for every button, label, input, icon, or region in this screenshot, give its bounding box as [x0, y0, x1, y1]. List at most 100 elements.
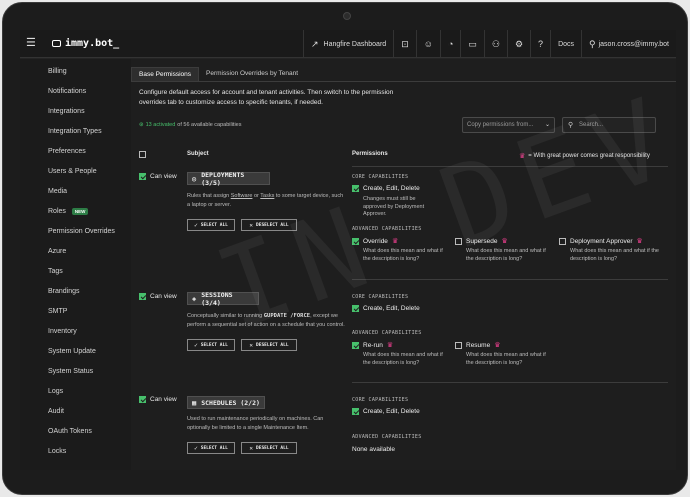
deselect-all-button[interactable]: ✕ DESELECT ALL: [241, 339, 297, 351]
sidebar-item-billing[interactable]: Billing: [20, 61, 131, 81]
checkbox[interactable]: [559, 237, 566, 245]
advanced-capabilities-title: ADVANCED CAPABILITIES: [352, 330, 422, 336]
cap-note: What does this mean and what if the desc…: [466, 352, 546, 366]
checkbox[interactable]: [139, 151, 146, 158]
search-placeholder: Search...: [579, 122, 604, 128]
terminal-button[interactable]: ⊡: [393, 30, 416, 58]
cap-label: Create, Edit, Delete: [363, 408, 420, 415]
cap-resume[interactable]: Resume ♛: [455, 341, 501, 349]
schedules-tag: ▦ SCHEDULES (2/2): [187, 396, 265, 409]
settings-button[interactable]: ⚙: [506, 30, 530, 58]
check-icon: ✓: [194, 341, 198, 349]
sidebar-item-permission-overrides[interactable]: Permission Overrides: [20, 221, 131, 241]
button-label: DESELECT ALL: [256, 342, 289, 348]
cap-create-edit-delete[interactable]: Create, Edit, Delete: [352, 185, 420, 192]
checkbox[interactable]: [352, 185, 359, 192]
sidebar-label: Locks: [48, 447, 67, 455]
tasks-link[interactable]: Tasks: [260, 193, 274, 199]
sidebar-item-brandings[interactable]: Brandings: [20, 281, 131, 301]
sidebar-label: Logs: [48, 387, 64, 395]
cap-label: Create, Edit, Delete: [363, 305, 420, 312]
sidebar-item-inventory[interactable]: Inventory: [20, 321, 131, 341]
activated-total: of 56 available capabilities: [177, 122, 242, 128]
chat-button[interactable]: ▭: [460, 30, 484, 58]
cap-create-edit-delete[interactable]: Create, Edit, Delete: [352, 305, 420, 312]
advanced-capabilities-title: ADVANCED CAPABILITIES: [352, 434, 422, 440]
sidebar-item-roles[interactable]: Roles NEW: [20, 201, 131, 221]
hangfire-dashboard-button[interactable]: ↗ Hangfire Dashboard: [302, 30, 393, 58]
deployments-tag: ◎ DEPLOYMENTS (3/5): [187, 171, 270, 187]
help-button[interactable]: ?: [530, 30, 550, 58]
notifications-button[interactable]: ◔: [439, 30, 460, 58]
row-divider: [352, 166, 668, 167]
sidebar-item-oauth-tokens[interactable]: OAuth Tokens: [20, 421, 131, 441]
can-view-deployments[interactable]: Can view: [139, 173, 177, 180]
button-label: SELECT ALL: [200, 445, 228, 451]
checkbox[interactable]: [139, 293, 146, 300]
software-link[interactable]: Software: [231, 193, 253, 199]
docs-link[interactable]: Docs: [550, 30, 581, 58]
sidebar-item-users-people[interactable]: Users & People: [20, 161, 131, 181]
core-capabilities-title: CORE CAPABILITIES: [352, 397, 409, 403]
checkbox[interactable]: [352, 305, 359, 312]
logo[interactable]: immy.bot_: [52, 38, 119, 49]
cap-override[interactable]: Override ♛: [352, 237, 398, 245]
sidebar-item-media[interactable]: Media: [20, 181, 131, 201]
can-view-sessions[interactable]: Can view: [139, 293, 177, 300]
gear-icon: ⚙: [514, 38, 524, 49]
checkbox[interactable]: [139, 396, 146, 403]
sidebar-item-preferences[interactable]: Preferences: [20, 141, 131, 161]
user-menu[interactable]: ⚲ jason.cross@immy.bot: [581, 30, 676, 58]
sidebar-item-system-update[interactable]: System Update: [20, 341, 131, 361]
sidebar-item-smtp[interactable]: SMTP: [20, 301, 131, 321]
cap-note: What does this mean and what if the desc…: [363, 352, 443, 366]
deselect-all-button[interactable]: ✕ DESELECT ALL: [241, 219, 297, 231]
cap-deployment-approver[interactable]: Deployment Approver ♛: [559, 237, 643, 245]
activated-summary: ⊛ 13 activated of 56 available capabilit…: [139, 122, 242, 128]
button-label: SELECT ALL: [200, 342, 228, 348]
checkbox[interactable]: [352, 341, 359, 349]
sidebar-item-integration-types[interactable]: Integration Types: [20, 121, 131, 141]
checkbox[interactable]: [352, 408, 359, 415]
sidebar-item-azure[interactable]: Azure: [20, 241, 131, 261]
sidebar-label: OAuth Tokens: [48, 427, 92, 435]
logo-icon: [52, 40, 61, 47]
checkbox[interactable]: [139, 173, 146, 180]
team-button[interactable]: ⚇: [483, 30, 507, 58]
activated-count: 13 activated: [145, 122, 176, 128]
sidebar-item-audit[interactable]: Audit: [20, 401, 131, 421]
sidebar-label: Integrations: [48, 107, 85, 115]
copy-placeholder: Copy permissions from...: [467, 122, 534, 128]
tab-base-permissions[interactable]: Base Permissions: [131, 67, 200, 81]
close-icon: ✕: [249, 444, 254, 452]
sidebar-item-logs[interactable]: Logs: [20, 381, 131, 401]
sidebar-label: Notifications: [48, 87, 87, 95]
checkbox[interactable]: [352, 237, 359, 245]
menu-icon[interactable]: ☰: [26, 38, 38, 49]
sidebar-item-integrations[interactable]: Integrations: [20, 101, 131, 121]
select-all-checkbox[interactable]: [139, 151, 146, 163]
desc-text: Rules that assign: [187, 193, 231, 199]
can-view-label: Can view: [150, 293, 177, 300]
sidebar-label: Permission Overrides: [48, 227, 115, 235]
checkbox[interactable]: [455, 237, 462, 245]
sidebar-item-tags[interactable]: Tags: [20, 261, 131, 281]
search-input[interactable]: ⚲ Search...: [562, 117, 656, 133]
select-all-button[interactable]: ✓ SELECT ALL: [187, 442, 235, 454]
camera: [343, 12, 351, 20]
deselect-all-button[interactable]: ✕ DESELECT ALL: [241, 442, 297, 454]
cap-supersede[interactable]: Supersede ♛: [455, 237, 508, 245]
checkbox[interactable]: [455, 341, 462, 349]
feedback-button[interactable]: ☺: [415, 30, 440, 58]
copy-permissions-select[interactable]: Copy permissions from... ⌄: [462, 117, 555, 133]
screen: ☰ immy.bot_ ↗ Hangfire Dashboard ⊡ ☺ ◔ ▭ …: [20, 30, 676, 470]
sidebar-item-locks[interactable]: Locks: [20, 441, 131, 461]
sidebar-item-system-status[interactable]: System Status: [20, 361, 131, 381]
select-all-button[interactable]: ✓ SELECT ALL: [187, 339, 235, 351]
cap-create-edit-delete[interactable]: Create, Edit, Delete: [352, 408, 420, 415]
select-all-button[interactable]: ✓ SELECT ALL: [187, 219, 235, 231]
can-view-schedules[interactable]: Can view: [139, 396, 177, 403]
sidebar-item-notifications[interactable]: Notifications: [20, 81, 131, 101]
tab-permission-overrides[interactable]: Permission Overrides by Tenant: [199, 67, 305, 81]
cap-re-run[interactable]: Re-run ♛: [352, 341, 393, 349]
